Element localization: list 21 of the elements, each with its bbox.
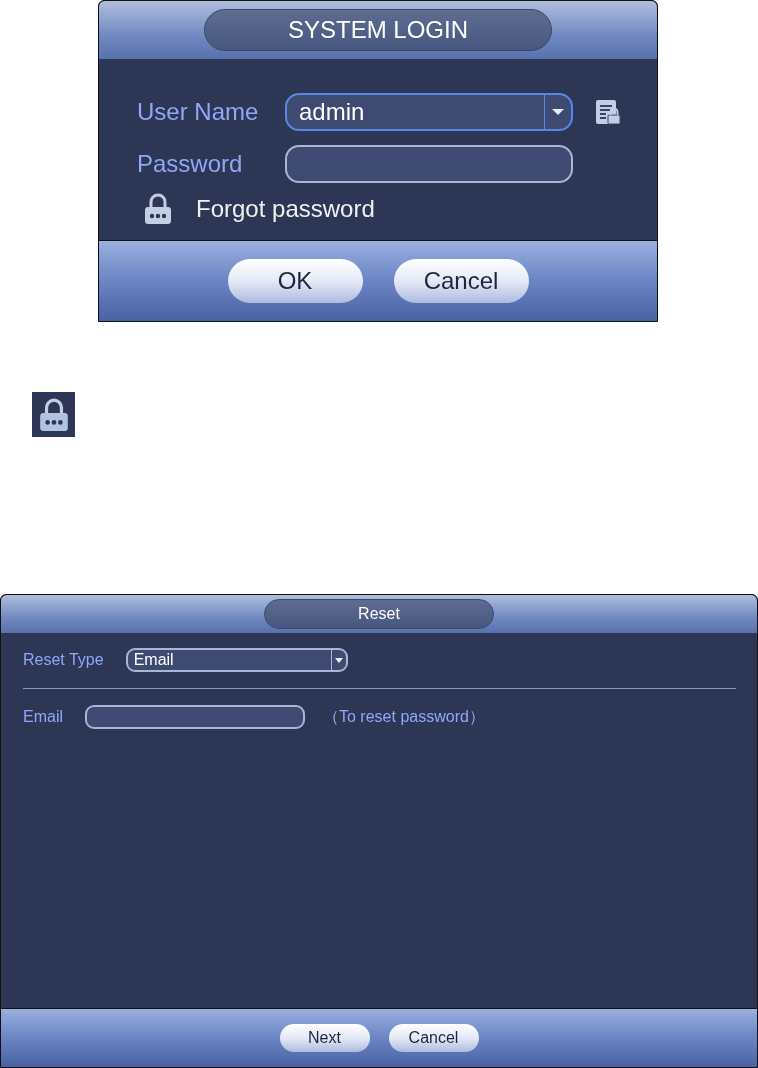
- field-label: Reset Type: [23, 651, 104, 669]
- hint-text: （To reset password）: [323, 706, 485, 727]
- lock-icon: [32, 392, 75, 437]
- dialog-button[interactable]: Cancel: [388, 1024, 479, 1052]
- dialog-button[interactable]: Cancel: [393, 259, 529, 303]
- caret-icon: [334, 657, 343, 663]
- lock-icon[interactable]: [144, 193, 172, 225]
- dialog-title: SYSTEM LOGIN: [204, 9, 552, 51]
- user-list-icon[interactable]: [595, 99, 621, 125]
- field-label: Password: [137, 150, 244, 178]
- user-name-dropdown[interactable]: admin: [285, 93, 573, 131]
- email-field[interactable]: [85, 705, 305, 729]
- reset-type-dropdown[interactable]: Email: [125, 648, 348, 672]
- field-label: Email: [23, 708, 63, 726]
- dialog-title: Reset: [264, 599, 494, 629]
- dialog-button[interactable]: Next: [279, 1024, 370, 1052]
- caret-icon: [551, 108, 565, 116]
- field-label: User Name: [137, 98, 260, 126]
- password-field[interactable]: [285, 145, 573, 183]
- forgot-password-link[interactable]: Forgot password: [196, 195, 375, 223]
- dialog-button[interactable]: OK: [227, 259, 363, 303]
